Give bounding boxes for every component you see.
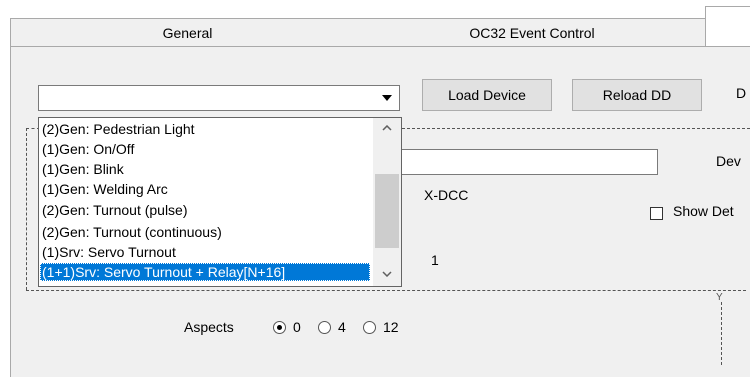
list-item[interactable]: (1)Gen: Welding Arc — [40, 180, 370, 198]
aspects-radio-0[interactable] — [273, 321, 286, 334]
list-item[interactable]: (2)Gen: Turnout (pulse) — [40, 201, 370, 219]
show-det-checkbox[interactable] — [650, 207, 663, 220]
scroll-down-button[interactable] — [373, 262, 401, 286]
tab-active-edge — [705, 6, 750, 47]
list-item-label: (2)Gen: Pedestrian Light — [42, 121, 195, 137]
list-item[interactable]: (2)Gen: Turnout (continuous) — [40, 223, 370, 241]
aspects-option-12-label: 12 — [383, 319, 399, 335]
show-det-label: Show Det — [673, 203, 734, 219]
combobox-dropdown-button[interactable] — [375, 86, 399, 110]
list-item-label: (1+1)Srv: Servo Turnout + Relay[N+16] — [42, 264, 286, 280]
tab-oc32-event-control-label: OC32 Event Control — [469, 24, 595, 41]
device-type-combobox[interactable] — [38, 85, 400, 111]
aspects-label: Aspects — [184, 319, 234, 335]
aspects-option-0-label: 0 — [293, 319, 301, 335]
group-divider — [721, 302, 722, 365]
scroll-thumb[interactable] — [375, 174, 399, 248]
list-item-label: (1)Gen: Welding Arc — [42, 181, 168, 197]
list-item[interactable]: (2)Gen: Pedestrian Light — [40, 120, 370, 138]
aspects-radio-4[interactable] — [318, 321, 331, 334]
list-item-label: (2)Gen: Turnout (continuous) — [42, 224, 222, 240]
list-item-label: (2)Gen: Turnout (pulse) — [42, 202, 188, 218]
load-device-button[interactable]: Load Device — [422, 79, 552, 111]
dev-label: Dev — [716, 153, 741, 169]
list-item-label: (1)Gen: Blink — [42, 161, 124, 177]
list-item-selected[interactable]: (1+1)Srv: Servo Turnout + Relay[N+16] — [40, 263, 370, 281]
reload-dd-button-label: Reload DD — [602, 87, 672, 103]
device-type-dropdown-list[interactable]: (2)Gen: Pedestrian Light (1)Gen: On/Off … — [38, 117, 402, 287]
list-item[interactable]: (1)Srv: Servo Turnout — [40, 243, 370, 261]
list-item[interactable]: (1)Gen: On/Off — [40, 140, 370, 158]
chevron-down-icon — [382, 95, 392, 101]
scroll-up-button[interactable] — [373, 118, 401, 138]
group-divider-corner: Y — [716, 292, 723, 303]
chevron-up-icon — [382, 125, 392, 131]
count-value: 1 — [431, 252, 439, 268]
chevron-down-icon — [382, 271, 392, 277]
list-item-label: (1)Srv: Servo Turnout — [42, 244, 176, 260]
protocol-value: X-DCC — [424, 187, 469, 203]
group-border-bottom — [26, 290, 746, 291]
dropdown-scrollbar[interactable] — [373, 118, 401, 286]
aspects-radio-12[interactable] — [363, 321, 376, 334]
tab-general[interactable]: General — [10, 18, 365, 46]
tab-oc32-event-control[interactable]: OC32 Event Control — [355, 18, 710, 46]
cut-off-label: D — [736, 85, 747, 101]
reload-dd-button[interactable]: Reload DD — [572, 79, 702, 111]
group-border-top-right — [402, 128, 750, 129]
list-item-label: (1)Gen: On/Off — [42, 141, 135, 157]
tab-general-label: General — [162, 24, 213, 41]
group-border-left — [26, 128, 27, 290]
load-device-button-label: Load Device — [448, 87, 526, 103]
name-input[interactable] — [380, 149, 658, 175]
list-item[interactable]: (1)Gen: Blink — [40, 160, 370, 178]
aspects-option-4-label: 4 — [338, 319, 346, 335]
